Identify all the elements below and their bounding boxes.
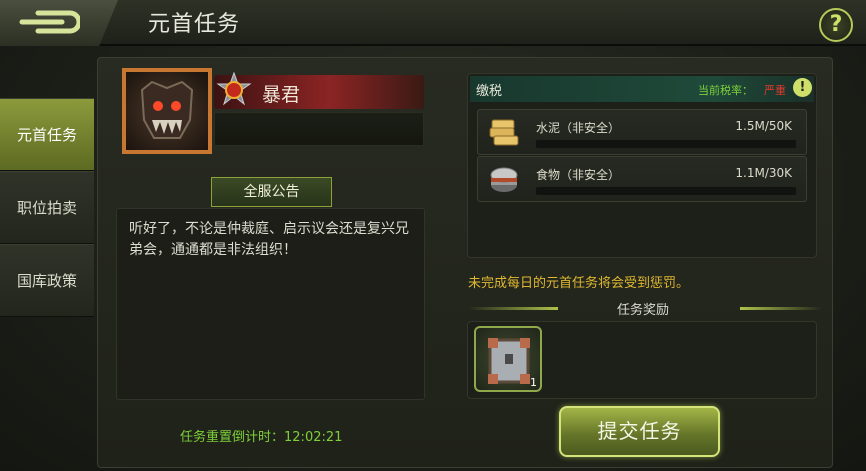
announcement-tab[interactable]: 全服公告 [211, 177, 332, 207]
resource-progress-bar [536, 140, 796, 148]
rank-badge-icon [216, 72, 252, 106]
countdown-label: 任务重置倒计时： [180, 430, 285, 445]
tax-header [470, 76, 814, 102]
cement-icon [489, 119, 519, 146]
resource-amount: 1.5M/50K [735, 119, 792, 133]
resource-amount: 1.1M/30K [735, 166, 792, 180]
tax-rate-value: 严重 [764, 84, 786, 97]
boss-name: 暴君 [262, 84, 301, 106]
penalty-notice: 未完成每日的元首任务将会受到惩罚。 [468, 276, 690, 291]
boss-portrait [122, 68, 212, 154]
tax-rate-label: 当前税率： [698, 84, 753, 97]
announcement-text: 听好了，不论是仲裁庭、启示议会还是复兴兄弟会，通通都是非法组织！ [129, 221, 409, 258]
help-button[interactable]: ? [819, 8, 853, 42]
sidebar-item-position-auction[interactable]: 职位拍卖 [0, 171, 94, 244]
top-bar [0, 0, 866, 46]
tax-title: 缴税 [476, 84, 503, 99]
screen: 元首任务 ? 元首任务 职位拍卖 国库政策 暴君 全服公告 听好了，不论是仲裁庭… [0, 0, 866, 471]
resource-name: 水泥（非安全） [536, 121, 621, 135]
back-button[interactable] [0, 0, 118, 46]
reward-title: 任务奖励 [616, 303, 669, 318]
sidebar-item-leader-missions[interactable]: 元首任务 [0, 98, 94, 171]
sidebar: 元首任务 职位拍卖 国库政策 [0, 98, 94, 317]
food-can-icon [490, 167, 518, 192]
divider [468, 307, 558, 310]
announcement-box: 听好了，不论是仲裁庭、启示议会还是复兴兄弟会，通通都是非法组织！ [116, 208, 425, 400]
countdown-value: 12:02:21 [284, 430, 343, 445]
sidebar-item-treasury-policy[interactable]: 国库政策 [0, 244, 94, 317]
resource-row-cement[interactable]: 水泥（非安全） 1.5M/50K [477, 109, 807, 155]
warning-icon[interactable]: ! [793, 78, 812, 97]
resource-progress-bar [536, 187, 796, 195]
divider [740, 307, 822, 310]
resource-row-food[interactable]: 食物（非安全） 1.1M/30K [477, 156, 807, 202]
reward-count: 1 [530, 376, 537, 389]
resource-name: 食物（非安全） [536, 168, 621, 182]
page-title: 元首任务 [148, 12, 241, 37]
back-arrow-icon [19, 10, 80, 34]
reward-item[interactable]: 1 [474, 326, 542, 392]
boss-subtitle-bar [214, 112, 424, 146]
supply-crate-icon [488, 338, 530, 384]
tyrant-portrait-icon [140, 80, 194, 139]
submit-mission-button[interactable]: 提交任务 [559, 406, 720, 457]
reset-countdown: 任务重置倒计时：12:02:21 [180, 426, 342, 445]
